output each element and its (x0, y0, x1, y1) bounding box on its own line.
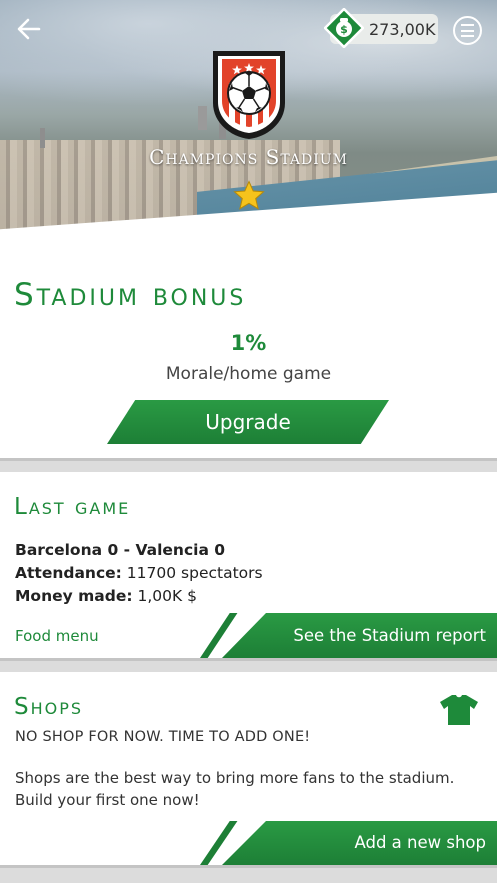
section-divider (0, 658, 497, 672)
add-shop-button[interactable]: Add a new shop (200, 821, 497, 865)
section-divider (0, 865, 497, 883)
attendance-value: 11700 spectators (126, 564, 263, 582)
shops-description: Shops are the best way to bring more fan… (15, 769, 455, 809)
section-divider (0, 458, 497, 472)
menu-button[interactable] (453, 16, 482, 45)
money-made-label: Money made: (15, 587, 133, 605)
back-button[interactable] (16, 16, 42, 42)
money-made-value: 1,00K $ (137, 587, 197, 605)
add-shop-label: Add a new shop (354, 833, 486, 852)
svg-text:$: $ (340, 23, 348, 36)
last-game-title: Last game (14, 494, 131, 520)
stadium-header: $ 273,00K Champions Stadium (0, 0, 497, 255)
arrow-left-icon (17, 18, 41, 40)
attendance-label: Attendance: (15, 564, 122, 582)
stadium-report-label: See the Stadium report (293, 626, 486, 645)
match-result: Barcelona 0 - Valencia 0 (15, 541, 226, 559)
stadium-bonus-title: Stadium bonus (14, 277, 247, 313)
menu-icon-bar (461, 29, 474, 32)
bonus-value: 1% (230, 331, 267, 355)
star-icon (233, 180, 265, 210)
hamburger-menu-icon (461, 24, 474, 26)
stadium-name: Champions Stadium (149, 145, 348, 169)
shops-status: NO SHOP FOR NOW. TIME TO ADD ONE! (15, 729, 311, 745)
money-bag-icon: $ (324, 8, 364, 48)
shops-card: Shops NO SHOP FOR NOW. TIME TO ADD ONE! … (0, 672, 497, 865)
bonus-caption: Morale/home game (165, 364, 332, 384)
shops-title: Shops (14, 694, 84, 720)
money-made-row: Money made: 1,00K $ (15, 587, 197, 605)
upgrade-button-label: Upgrade (205, 410, 291, 434)
stadium-bonus-card: Stadium bonus 1% Morale/home game Upgrad… (0, 255, 497, 458)
club-crest-icon (213, 51, 285, 139)
menu-icon-bar (461, 35, 474, 37)
last-game-card: Last game Barcelona 0 - Valencia 0 Atten… (0, 472, 497, 658)
money-value: 273,00K (369, 20, 436, 39)
attendance-row: Attendance: 11700 spectators (15, 564, 263, 582)
shirt-icon (440, 695, 478, 725)
stadium-report-button[interactable]: See the Stadium report (200, 613, 497, 658)
upgrade-button[interactable]: Upgrade (107, 400, 389, 444)
food-menu-link[interactable]: Food menu (15, 627, 99, 645)
